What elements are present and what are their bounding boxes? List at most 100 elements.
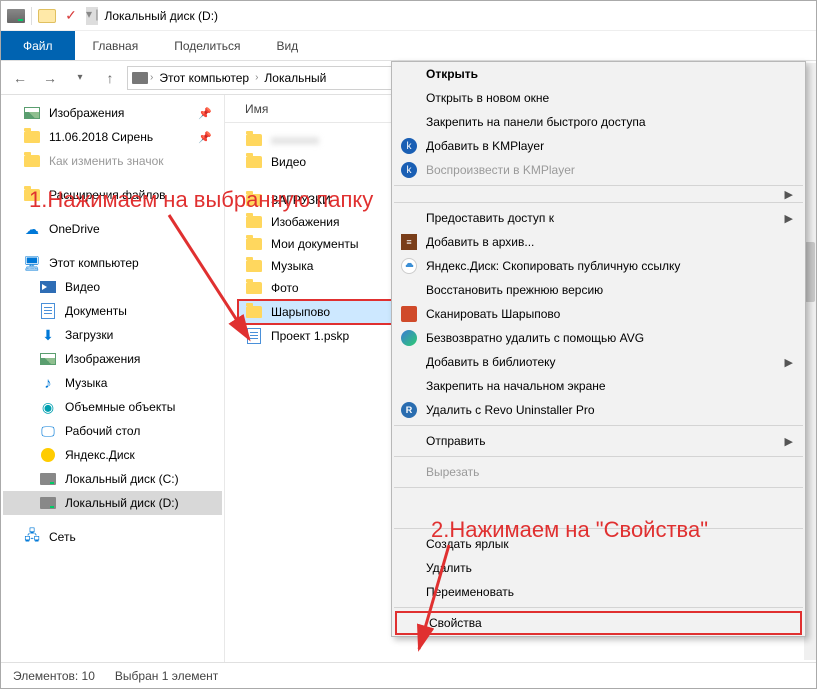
sidebar-item-label: Документы <box>65 304 127 318</box>
sidebar-item[interactable]: Видео <box>3 275 222 299</box>
context-menu-item[interactable]: Восстановить прежнюю версию <box>392 278 805 302</box>
context-menu-item[interactable]: Переименовать <box>392 580 805 604</box>
navigation-pane: Изображения📌11.06.2018 Сирень📌Как измени… <box>1 95 225 662</box>
onedrive-icon: ☁ <box>23 220 41 238</box>
km-icon: k <box>400 137 418 155</box>
nav-back-button[interactable]: ← <box>7 65 33 91</box>
context-menu-item[interactable]: Вырезать <box>392 460 805 484</box>
context-menu-label: Яндекс.Диск: Скопировать публичную ссылк… <box>426 259 680 273</box>
folder-icon <box>23 152 41 170</box>
sidebar-item-label: Локальный диск (D:) <box>65 496 179 510</box>
folder-icon <box>245 303 263 321</box>
yadisk-icon <box>39 446 57 464</box>
tab-view[interactable]: Вид <box>258 31 316 60</box>
doc-icon <box>39 302 57 320</box>
nav-up-button[interactable]: ↑ <box>97 65 123 91</box>
rar-icon: ≡ <box>400 233 418 251</box>
context-menu-item[interactable]: Предоставить доступ к▶ <box>392 206 805 230</box>
folder-icon <box>245 131 263 149</box>
submenu-arrow-icon: ▶ <box>785 435 793 448</box>
sidebar-item[interactable]: Изображения <box>3 347 222 371</box>
sidebar-item-label: Яндекс.Диск <box>65 448 135 462</box>
sidebar-item[interactable]: Яндекс.Диск <box>3 443 222 467</box>
revo-icon: R <box>400 401 418 419</box>
address-segment-computer[interactable]: Этот компьютер <box>155 71 253 85</box>
divider <box>31 7 32 25</box>
context-menu-item[interactable]: Безвозвратно удалить с помощью AVG <box>392 326 805 350</box>
nav-forward-button[interactable]: → <box>37 65 63 91</box>
sidebar-item[interactable]: Документы <box>3 299 222 323</box>
sidebar-item[interactable]: ♪Музыка <box>3 371 222 395</box>
folder-icon <box>245 279 263 297</box>
file-name: xxxxxxxx <box>271 133 319 147</box>
context-menu-item[interactable]: ▶ <box>392 189 805 199</box>
file-name: Видео <box>271 155 306 169</box>
context-menu-label: Открыть в новом окне <box>426 91 549 105</box>
sidebar-item[interactable]: Как изменить значок <box>3 149 222 173</box>
tab-share[interactable]: Поделиться <box>156 31 258 60</box>
check-icon: ✓ <box>62 7 80 25</box>
context-menu-item[interactable]: Яндекс.Диск: Скопировать публичную ссылк… <box>392 254 805 278</box>
sidebar-item[interactable]: 🖵 Рабочий стол <box>3 419 222 443</box>
context-menu-item[interactable]: Отправить▶ <box>392 429 805 453</box>
context-menu-item[interactable]: Открыть в новом окне <box>392 86 805 110</box>
avg-icon <box>400 329 418 347</box>
image-icon <box>39 350 57 368</box>
context-menu-properties[interactable]: Свойства <box>395 611 802 635</box>
file-name: Изобажения <box>271 215 339 229</box>
context-menu-label: Добавить в KMPlayer <box>426 139 544 153</box>
address-sep-icon: › <box>150 72 153 83</box>
sidebar-item-label: Рабочий стол <box>65 424 140 438</box>
file-row-selected[interactable]: Шарыпово <box>237 299 393 325</box>
image-icon <box>23 104 41 122</box>
file-icon <box>245 327 263 345</box>
submenu-arrow-icon: ▶ <box>785 356 793 369</box>
sidebar-item[interactable]: 11.06.2018 Сирень📌 <box>3 125 222 149</box>
sidebar-item[interactable]: ☁OneDrive <box>3 217 222 241</box>
sidebar-item-label: Локальный диск (C:) <box>65 472 179 486</box>
sidebar-item[interactable]: 🖥Этот компьютер <box>3 251 222 275</box>
address-segment-drive[interactable]: Локальный <box>260 71 330 85</box>
context-menu-item[interactable]: Открыть <box>392 62 805 86</box>
tab-file[interactable]: Файл <box>1 31 75 60</box>
nav-history-dropdown[interactable]: ▾ <box>67 65 93 91</box>
context-menu-item[interactable]: k Добавить в KMPlayer <box>392 134 805 158</box>
context-menu-item[interactable]: kВоспроизвести в KMPlayer <box>392 158 805 182</box>
sidebar-item-label: Этот компьютер <box>49 256 139 270</box>
context-menu-item[interactable]: Закрепить на панели быстрого доступа <box>392 110 805 134</box>
video-icon <box>39 278 57 296</box>
context-menu-label: Сканировать Шарыпово <box>426 307 560 321</box>
context-menu-label: Добавить в архив... <box>426 235 534 249</box>
music-icon: ♪ <box>39 374 57 392</box>
sidebar-item[interactable]: Локальный диск (C:) <box>3 467 222 491</box>
status-selected-count: Выбран 1 элемент <box>115 669 218 683</box>
context-menu-label: Переименовать <box>426 585 514 599</box>
tab-home[interactable]: Главная <box>75 31 157 60</box>
context-menu-separator <box>394 487 803 488</box>
sidebar-item[interactable]: ◉Объемные объекты <box>3 395 222 419</box>
status-bar: Элементов: 10 Выбран 1 элемент <box>1 662 816 688</box>
sidebar-item[interactable]: ⬇Загрузки <box>3 323 222 347</box>
context-menu-item[interactable]: Добавить в библиотеку ▶ <box>392 350 805 374</box>
context-menu-label: Открыть <box>426 67 478 81</box>
qat-dropdown[interactable]: ▾ | <box>86 7 98 25</box>
download-icon: ⬇ <box>39 326 57 344</box>
context-menu-item[interactable]: Сканировать Шарыпово <box>392 302 805 326</box>
address-text: Локальный <box>264 71 326 85</box>
folder-icon <box>38 9 56 23</box>
desktop-icon: 🖵 <box>39 422 57 440</box>
context-menu-label: Добавить в библиотеку <box>426 355 556 369</box>
context-menu-separator <box>394 202 803 203</box>
pin-icon: 📌 <box>198 131 212 144</box>
sidebar-item-label: Видео <box>65 280 100 294</box>
sidebar-item[interactable]: 🖧Сеть <box>3 525 222 549</box>
context-menu-item[interactable]: Удалить <box>392 556 805 580</box>
3d-icon: ◉ <box>39 398 57 416</box>
scrollbar-thumb[interactable] <box>805 242 815 302</box>
context-menu-item[interactable]: RУдалить с Revo Uninstaller Pro <box>392 398 805 422</box>
context-menu-item[interactable]: Закрепить на начальном экране <box>392 374 805 398</box>
context-menu-item[interactable]: ≡ Добавить в архив... <box>392 230 805 254</box>
context-menu: Открыть Открыть в новом окне Закрепить на … <box>391 61 806 637</box>
sidebar-item[interactable]: Локальный диск (D:) <box>3 491 222 515</box>
sidebar-item[interactable]: Изображения📌 <box>3 101 222 125</box>
